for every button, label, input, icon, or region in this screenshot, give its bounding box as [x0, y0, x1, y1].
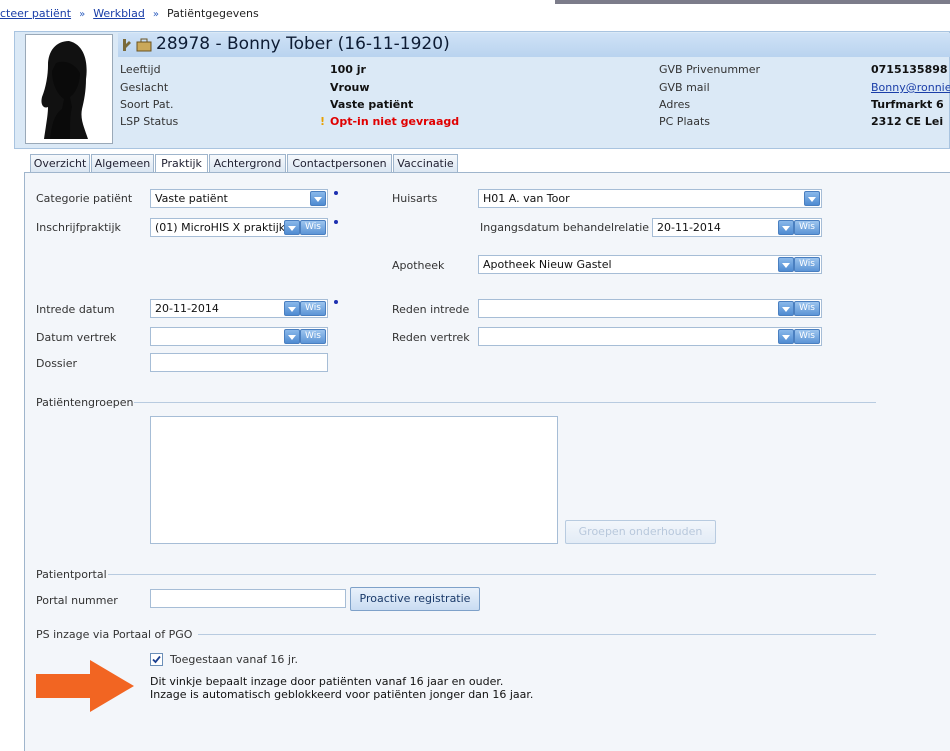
breadcrumb-link-patient[interactable]: cteer patiënt: [0, 7, 71, 20]
leeftijd-value: 100 jr: [330, 63, 366, 76]
breadcrumb-link-werkblad[interactable]: Werkblad: [93, 7, 145, 20]
briefcase-icon: [136, 38, 152, 52]
wis-button[interactable]: Wis: [794, 329, 820, 344]
apotheek-label: Apotheek: [392, 259, 445, 272]
tab-vaccinatie[interactable]: Vaccinatie: [393, 154, 458, 172]
arrow-right-icon: [36, 660, 136, 712]
toegestaan-checkbox[interactable]: [150, 653, 163, 666]
gvb-mail-link[interactable]: Bonny@ronnie: [871, 81, 950, 94]
section-divider: [108, 574, 876, 575]
portal-nummer-label: Portal nummer: [36, 594, 118, 607]
chevron-down-icon[interactable]: [804, 191, 820, 206]
dossier-label: Dossier: [36, 357, 78, 370]
gvb-nr-value: 0715135898: [871, 63, 948, 76]
ingang-label: Ingangsdatum behandelrelatie: [480, 221, 650, 234]
reden-intrede-label: Reden intrede: [392, 303, 470, 316]
breadcrumb-separator: »: [152, 9, 159, 20]
wis-button[interactable]: Wis: [794, 220, 820, 235]
chevron-down-icon[interactable]: [284, 329, 300, 344]
section-divider: [198, 634, 876, 635]
huisarts-select[interactable]: H01 A. van Toor: [478, 189, 822, 208]
required-dot: [334, 220, 338, 224]
warning-icon: !: [320, 115, 326, 128]
chevron-down-icon[interactable]: [778, 329, 794, 344]
categorie-select[interactable]: Vaste patiënt: [150, 189, 328, 208]
geslacht-label: Geslacht: [120, 81, 169, 94]
proactive-registratie-button[interactable]: Proactive registratie: [350, 587, 480, 611]
inzage-info-line2: Inzage is automatisch geblokkeerd voor p…: [150, 688, 534, 701]
chevron-down-icon[interactable]: [284, 301, 300, 316]
chevron-down-icon[interactable]: [778, 301, 794, 316]
reden-vertrek-select[interactable]: [478, 327, 822, 346]
dossier-input[interactable]: [150, 353, 328, 372]
lsp-label: LSP Status: [120, 115, 179, 128]
toegestaan-label: Toegestaan vanaf 16 jr.: [170, 653, 298, 666]
breadcrumb: cteer patiënt » Werkblad » Patiëntgegevens: [0, 0, 950, 28]
section-divider: [134, 402, 876, 403]
tab-algemeen[interactable]: Algemeen: [91, 154, 154, 172]
gvb-nr-label: GVB Privenummer: [659, 63, 761, 76]
patient-photo: [25, 34, 113, 144]
breadcrumb-current: Patiëntgegevens: [166, 7, 259, 20]
vertrek-label: Datum vertrek: [36, 331, 117, 344]
tab-achtergrond[interactable]: Achtergrond: [209, 154, 286, 172]
breadcrumb-separator: »: [79, 9, 86, 20]
checkmark-icon: [152, 655, 161, 664]
categorie-label: Categorie patiënt: [36, 192, 133, 205]
groepen-section-title: Patiëntengroepen: [36, 396, 134, 409]
soort-label: Soort Pat.: [120, 98, 174, 111]
wis-button[interactable]: Wis: [300, 220, 326, 235]
wis-button[interactable]: Wis: [794, 257, 820, 272]
geslacht-value: Vrouw: [330, 81, 370, 94]
lsp-value: Opt-in niet gevraagd: [330, 115, 460, 128]
inschrijf-label: Inschrijfpraktijk: [36, 221, 121, 234]
required-dot: [334, 300, 338, 304]
required-dot: [334, 191, 338, 195]
tab-contactpersonen[interactable]: Contactpersonen: [287, 154, 392, 172]
tab-overzicht[interactable]: Overzicht: [30, 154, 90, 172]
portal-nummer-input[interactable]: [150, 589, 346, 608]
wis-button[interactable]: Wis: [794, 301, 820, 316]
pc-label: PC Plaats: [659, 115, 711, 128]
wis-button[interactable]: Wis: [300, 329, 326, 344]
soort-value: Vaste patiënt: [330, 98, 414, 111]
patient-type-icon: [120, 38, 134, 52]
portal-section-title: Patientportal: [36, 568, 107, 581]
groepen-list[interactable]: [150, 416, 558, 544]
inzage-section-title: PS inzage via Portaal of PGO: [36, 628, 193, 641]
intrede-label: Intrede datum: [36, 303, 115, 316]
page-title: 28978 - Bonny Tober (16-11-1920): [156, 34, 450, 54]
top-border: [555, 0, 950, 4]
pc-value: 2312 CE Lei: [871, 115, 944, 128]
chevron-down-icon[interactable]: [310, 191, 326, 206]
reden-vertrek-label: Reden vertrek: [392, 331, 470, 344]
groepen-onderhouden-button[interactable]: Groepen onderhouden: [565, 520, 716, 544]
chevron-down-icon[interactable]: [778, 220, 794, 235]
chevron-down-icon[interactable]: [284, 220, 300, 235]
gvb-mail-label: GVB mail: [659, 81, 710, 94]
chevron-down-icon[interactable]: [778, 257, 794, 272]
wis-button[interactable]: Wis: [300, 301, 326, 316]
adres-value: Turfmarkt 6: [871, 98, 944, 111]
adres-label: Adres: [659, 98, 691, 111]
leeftijd-label: Leeftijd: [120, 63, 161, 76]
reden-intrede-select[interactable]: [478, 299, 822, 318]
apotheek-select[interactable]: Apotheek Nieuw Gastel: [478, 255, 822, 274]
inzage-info-line1: Dit vinkje bepaalt inzage door patiënten…: [150, 675, 504, 688]
huisarts-label: Huisarts: [392, 192, 438, 205]
tab-praktijk[interactable]: Praktijk: [155, 154, 208, 174]
silhouette-icon: [41, 41, 88, 139]
